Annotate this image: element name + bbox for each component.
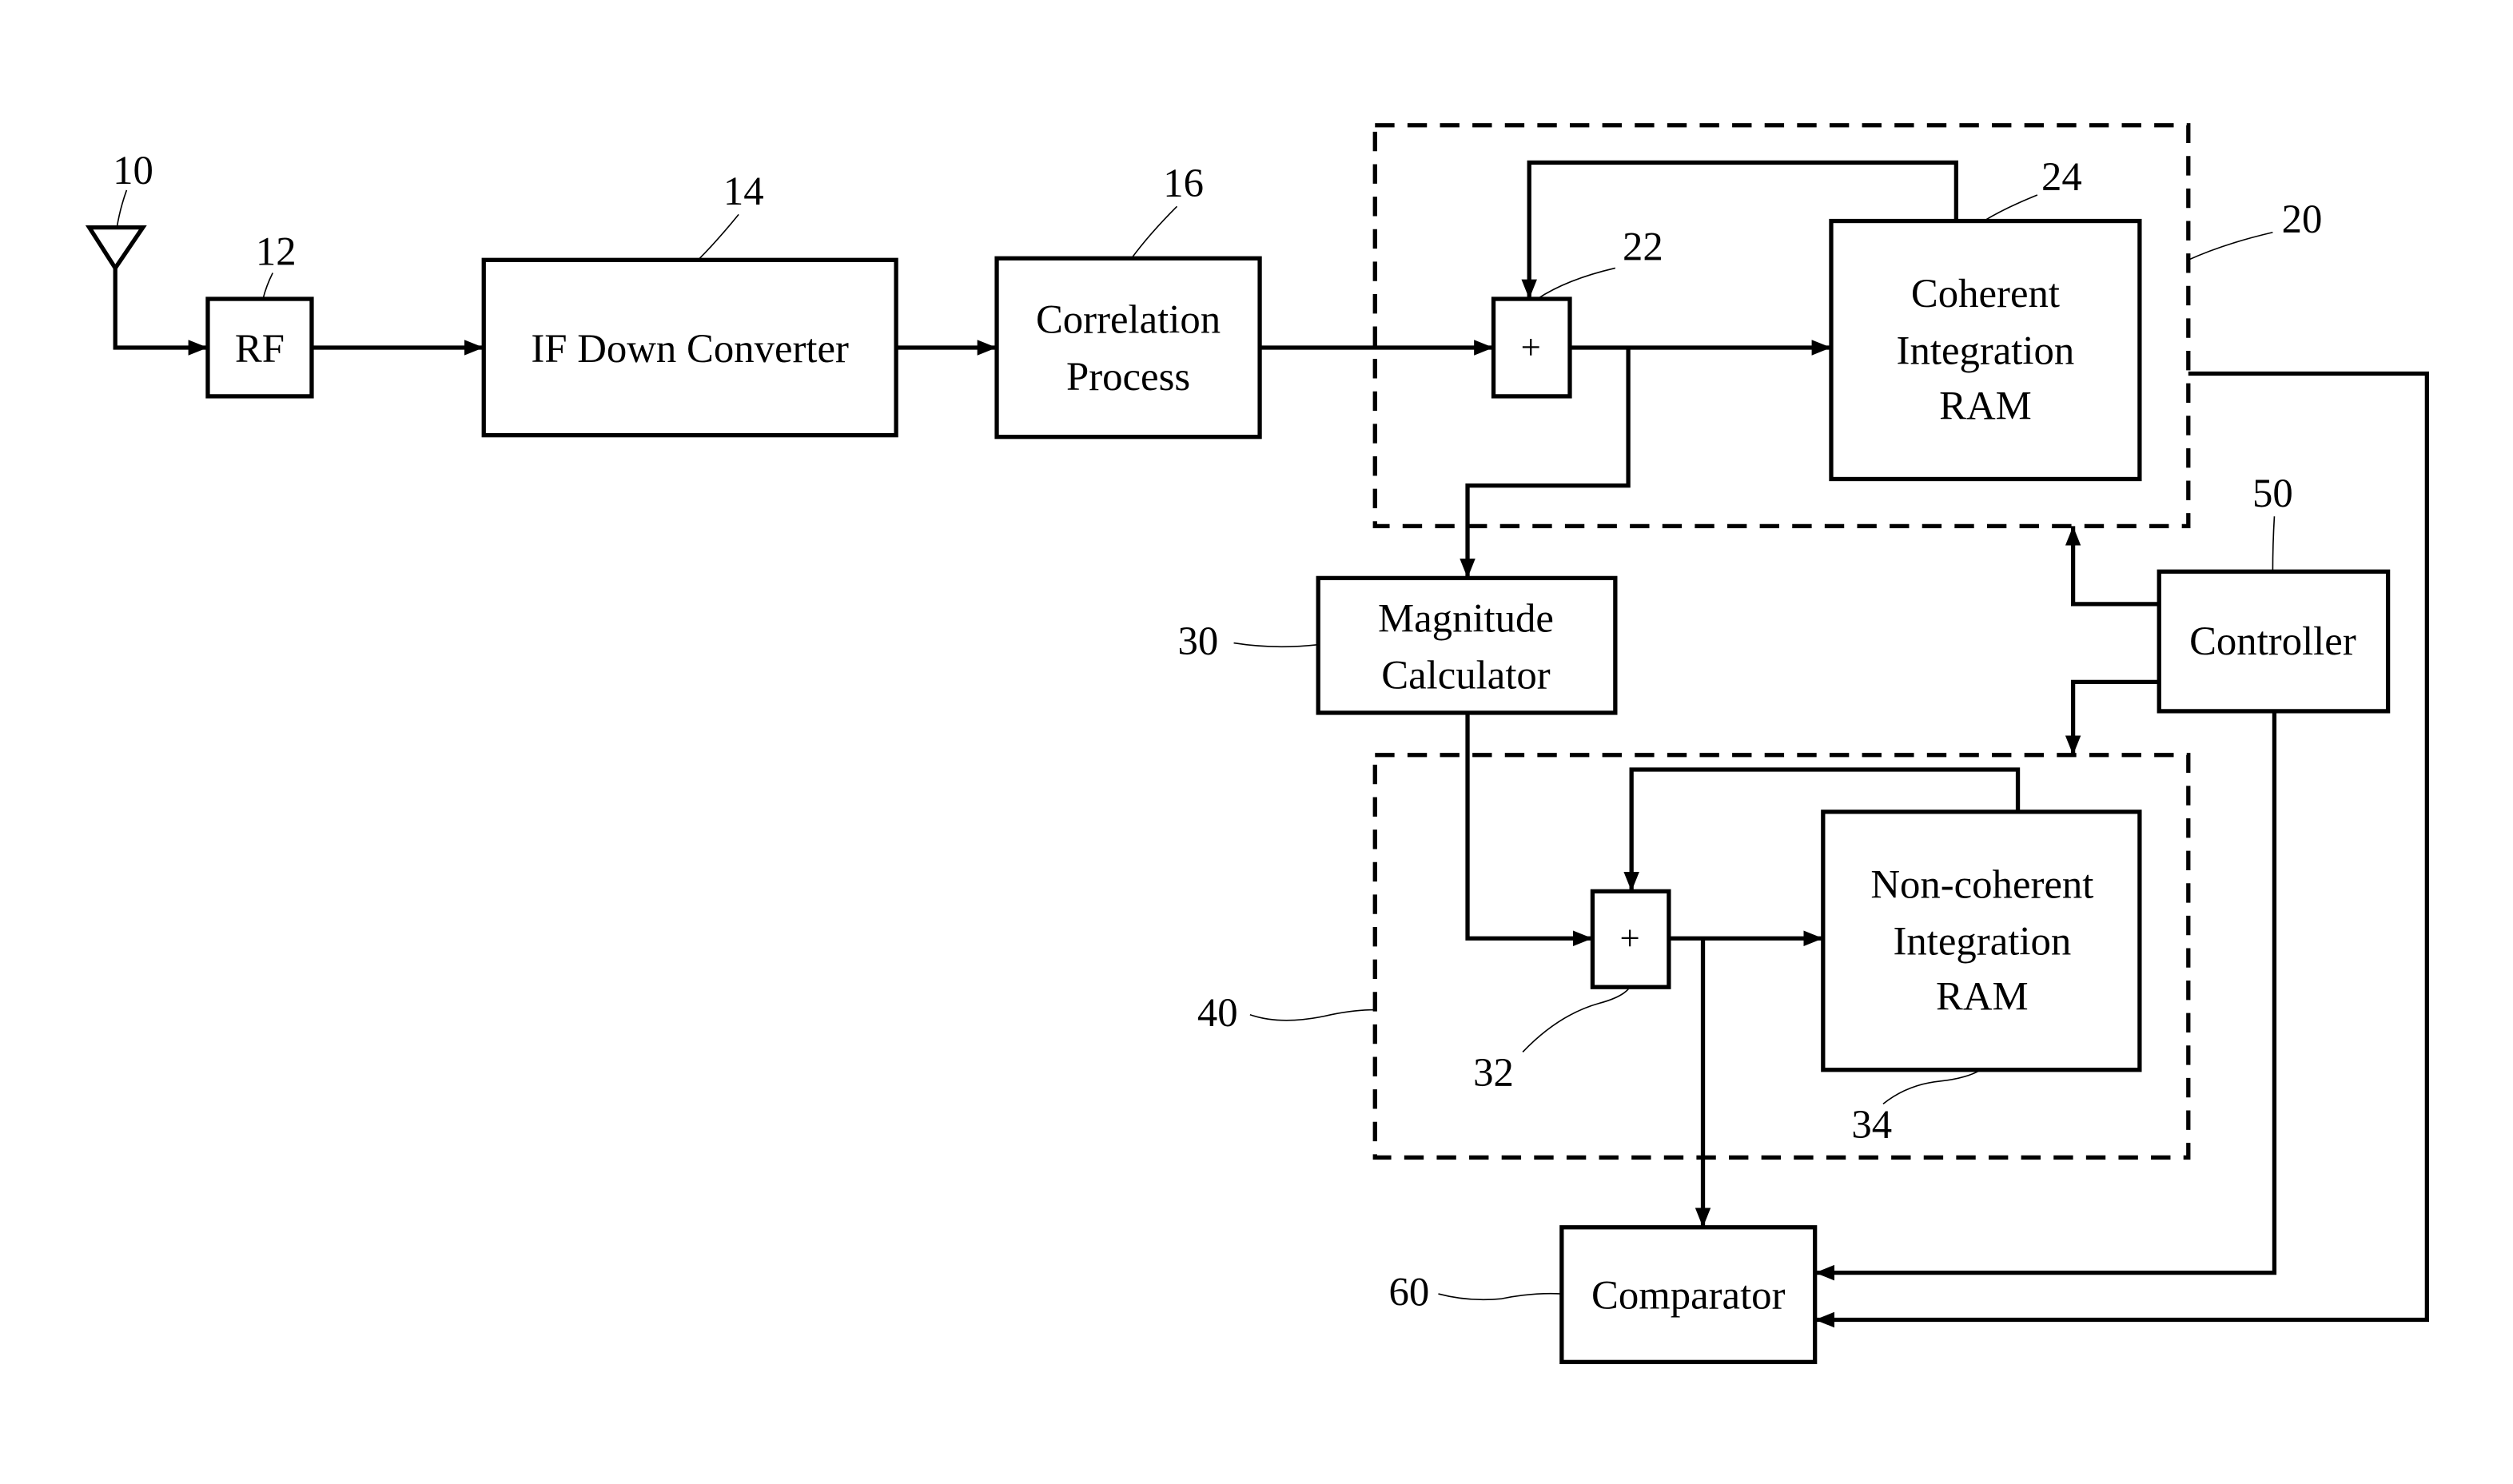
leader-line-30 xyxy=(1233,642,1319,648)
ref-label-16: 16 xyxy=(1163,161,1204,205)
coherent-ram-label-line2: Integration xyxy=(1897,328,2075,372)
magnitude-calculator-label-line2: Calculator xyxy=(1381,652,1551,697)
leader-line-12 xyxy=(262,273,273,300)
leader-line-10 xyxy=(116,189,128,228)
ref-label-12: 12 xyxy=(256,229,297,273)
leader-line-24 xyxy=(1983,194,2038,222)
correlation-process-label-line2: Process xyxy=(1066,354,1190,399)
antenna: 10 xyxy=(85,148,153,273)
wire-controller-to-coherent-group xyxy=(2065,526,2160,607)
plus-icon: + xyxy=(1521,327,1541,367)
controller-label: Controller xyxy=(2189,619,2356,663)
coherent-ram-label-line1: Coherent xyxy=(1911,271,2060,316)
leader-line-22 xyxy=(1536,267,1616,300)
if-down-converter-label: IF Down Converter xyxy=(531,326,849,371)
ref-label-30: 30 xyxy=(1178,619,1219,663)
correlation-process-box xyxy=(994,256,1262,440)
correlation-process-label-line1: Correlation xyxy=(1036,297,1221,342)
wire-magnitude-to-adder32 xyxy=(1465,712,1593,947)
noncoherent-ram-label-line2: Integration xyxy=(1893,919,2071,964)
coherent-ram-label-line3: RAM xyxy=(1939,383,2032,428)
leader-line-60 xyxy=(1438,1292,1562,1301)
ref-label-40: 40 xyxy=(1197,990,1238,1035)
controller-block: Controller 50 xyxy=(2157,471,2391,714)
ref-label-24: 24 xyxy=(2041,154,2082,199)
ref-label-14: 14 xyxy=(723,169,764,213)
noncoherent-ram-block: Non-coherent Integration RAM 34 xyxy=(1821,810,2142,1147)
magnitude-calculator-block: Magnitude Calculator 30 xyxy=(1178,575,1618,715)
leader-line-14 xyxy=(697,213,739,261)
ref-label-22: 22 xyxy=(1623,224,1663,269)
leader-line-32 xyxy=(1522,986,1631,1052)
noncoherent-ram-label-line3: RAM xyxy=(1936,974,2029,1019)
ref-label-34: 34 xyxy=(1851,1102,1892,1147)
leader-line-34 xyxy=(1882,1069,1981,1105)
if-down-converter-block: IF Down Converter 14 xyxy=(481,169,898,438)
comparator-label: Comparator xyxy=(1591,1272,1786,1317)
plus-icon: + xyxy=(1620,917,1640,957)
leader-line-20 xyxy=(2188,231,2273,261)
ref-label-50: 50 xyxy=(2252,471,2293,515)
coherent-adder-block: + 22 xyxy=(1491,224,1663,399)
correlation-process-block: Correlation Process 16 xyxy=(994,161,1262,440)
ref-label-60: 60 xyxy=(1389,1269,1430,1314)
ref-label-20: 20 xyxy=(2282,197,2323,241)
leader-line-50 xyxy=(2272,516,2276,572)
rf-block: RF 12 xyxy=(205,229,314,399)
wire-controller-to-noncoherent-group xyxy=(2065,679,2160,755)
wire-antenna-to-rf xyxy=(113,268,208,356)
block-diagram: 10 RF 12 IF Down Converter 14 Correlatio… xyxy=(85,123,2429,1364)
noncoherent-ram-label-line1: Non-coherent xyxy=(1870,861,2093,906)
coherent-ram-block: Coherent Integration RAM 24 xyxy=(1829,154,2142,482)
magnitude-calculator-label-line1: Magnitude xyxy=(1378,595,1554,640)
antenna-icon xyxy=(85,225,147,273)
ref-label-32: 32 xyxy=(1473,1050,1514,1095)
leader-line-40 xyxy=(1249,1009,1376,1021)
rf-label: RF xyxy=(235,326,285,371)
leader-line-16 xyxy=(1130,205,1178,259)
noncoherent-adder-block: + 32 xyxy=(1473,889,1671,1095)
comparator-block: Comparator 60 xyxy=(1389,1225,1818,1364)
ref-label-10: 10 xyxy=(113,148,153,193)
